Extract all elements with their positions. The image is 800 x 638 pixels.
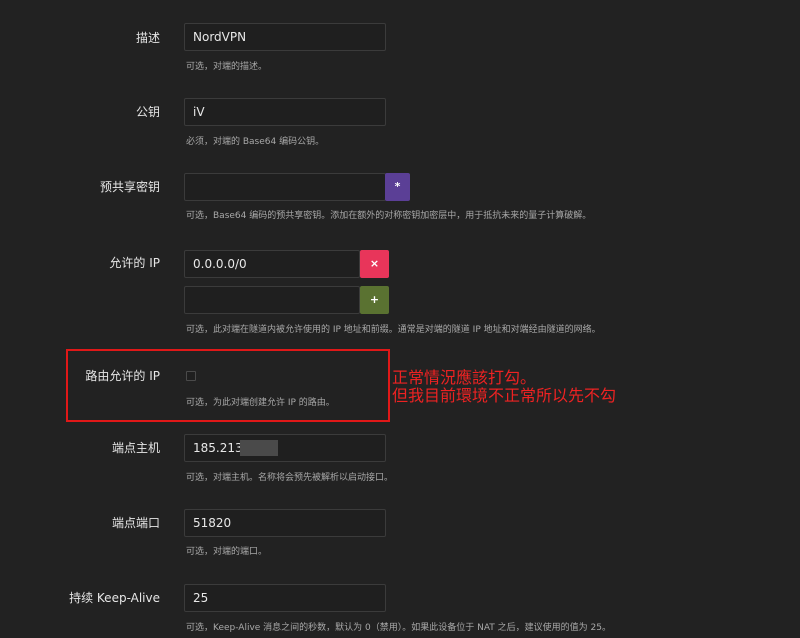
- public-key-hint: 必须，对端的 Base64 编码公钥。: [186, 137, 325, 147]
- add-ip-button[interactable]: +: [360, 286, 389, 314]
- annotation-line-1: 正常情況應該打勾。: [392, 368, 537, 387]
- endpoint-host-input[interactable]: 185.213.: [184, 434, 386, 462]
- endpoint-port-label: 端点端口: [111, 516, 160, 530]
- allowed-ips-hint: 可选，此对端在隧道内被允许使用的 IP 地址和前缀。通常是对端的隧道 IP 地址…: [186, 325, 601, 335]
- remove-ip-button[interactable]: ×: [360, 250, 389, 278]
- public-key-input[interactable]: iV: [184, 98, 386, 126]
- generate-key-button[interactable]: *: [385, 173, 410, 201]
- preshared-key-input[interactable]: [184, 173, 386, 201]
- keepalive-label: 持续 Keep-Alive: [69, 591, 160, 605]
- endpoint-host-hint: 可选，对端主机。名称将会预先被解析以启动接口。: [186, 473, 394, 483]
- description-input[interactable]: NordVPN: [184, 23, 386, 51]
- endpoint-port-hint: 可选，对端的端口。: [186, 547, 268, 557]
- preshared-key-label: 预共享密钥: [99, 180, 160, 194]
- new-allowed-ip-input[interactable]: [184, 286, 360, 314]
- keepalive-input[interactable]: 25: [184, 584, 386, 612]
- annotation-line-2: 但我目前環境不正常所以先不勾: [392, 386, 617, 405]
- endpoint-port-input[interactable]: 51820: [184, 509, 386, 537]
- redacted-block: [240, 440, 278, 456]
- keepalive-hint: 可选，Keep-Alive 消息之间的秒数，默认为 0（禁用）。如果此设备位于 …: [186, 623, 611, 633]
- highlight-box: [66, 349, 390, 422]
- allowed-ip-input[interactable]: 0.0.0.0/0: [184, 250, 360, 278]
- description-hint: 可选，对端的描述。: [186, 62, 268, 72]
- public-key-label: 公钥: [135, 105, 160, 119]
- endpoint-host-label: 端点主机: [111, 441, 160, 455]
- allowed-ips-label: 允许的 IP: [109, 256, 160, 270]
- description-label: 描述: [135, 31, 160, 45]
- preshared-key-hint: 可选，Base64 编码的预共享密钥。添加在额外的对称密钥加密层中，用于抵抗未来…: [186, 211, 592, 221]
